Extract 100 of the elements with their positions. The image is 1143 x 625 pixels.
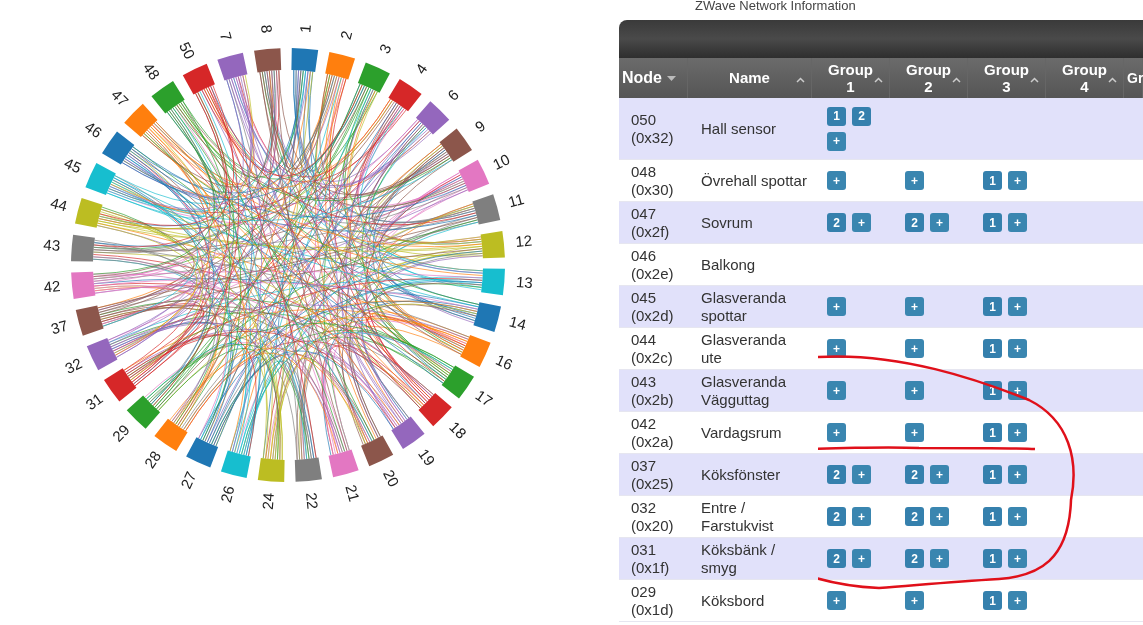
- add-button[interactable]: +: [852, 507, 871, 526]
- add-button[interactable]: +: [1008, 213, 1027, 232]
- node-label: 12: [514, 231, 533, 250]
- node-label: 46: [81, 117, 106, 142]
- node-label: 17: [472, 386, 496, 410]
- node-label: 24: [258, 492, 277, 511]
- add-button[interactable]: +: [852, 465, 871, 484]
- node-label: 8: [257, 24, 276, 34]
- node-label: 37: [48, 316, 70, 338]
- node-label: 29: [108, 421, 133, 445]
- node-name: Glasveranda ute: [701, 330, 788, 367]
- panel-title: ZWave Network Information: [695, 0, 856, 12]
- add-button[interactable]: +: [1008, 549, 1027, 568]
- node-label: 18: [446, 418, 470, 442]
- node-label: 45: [61, 154, 85, 177]
- add-button[interactable]: +: [827, 297, 846, 316]
- add-button[interactable]: +: [930, 465, 949, 484]
- node-label: 20: [380, 467, 403, 490]
- node-label: 14: [507, 312, 529, 334]
- group-member-badge[interactable]: 1: [983, 339, 1002, 358]
- node-name: Köksbord: [701, 591, 766, 610]
- add-button[interactable]: +: [905, 381, 924, 400]
- group-member-badge[interactable]: 1: [827, 106, 846, 126]
- node-label: 13: [515, 272, 534, 292]
- group-member-badge[interactable]: 2: [827, 465, 846, 484]
- add-button[interactable]: +: [905, 423, 924, 442]
- add-button[interactable]: +: [1008, 171, 1027, 190]
- node-name: Köksfönster: [701, 465, 782, 484]
- add-button[interactable]: +: [905, 591, 924, 610]
- node-label: 32: [62, 354, 85, 377]
- node-label: 50: [176, 39, 199, 62]
- group-member-badge[interactable]: 1: [983, 171, 1002, 190]
- node-id: 048 (0x30): [631, 162, 675, 199]
- node-id: 044 (0x2c): [631, 330, 674, 367]
- node-id: 042 (0x2a): [631, 414, 675, 451]
- node-label: 26: [216, 483, 238, 505]
- add-button[interactable]: +: [1008, 507, 1027, 526]
- node-label: 4: [411, 60, 431, 78]
- node-label: 1: [296, 23, 314, 34]
- node-name: Vardagsrum: [701, 423, 783, 442]
- node-name: Glasveranda spottar: [701, 288, 788, 325]
- add-button[interactable]: +: [905, 339, 924, 358]
- group-member-badge[interactable]: 2: [905, 465, 924, 484]
- add-button[interactable]: +: [852, 549, 871, 568]
- node-label: 19: [415, 445, 439, 469]
- node-label: 47: [108, 85, 132, 110]
- add-button[interactable]: +: [1008, 591, 1027, 610]
- group-member-badge[interactable]: 2: [852, 106, 871, 126]
- group-member-badge[interactable]: 1: [983, 549, 1002, 568]
- node-label: 27: [177, 468, 200, 492]
- node-label: 10: [490, 150, 513, 173]
- node-label: 11: [506, 189, 526, 211]
- add-button[interactable]: +: [930, 507, 949, 526]
- node-name: Balkong: [701, 255, 757, 274]
- add-button[interactable]: +: [905, 297, 924, 316]
- add-button[interactable]: +: [827, 591, 846, 610]
- node-label: 21: [342, 482, 364, 504]
- group-member-badge[interactable]: 2: [827, 507, 846, 526]
- add-button[interactable]: +: [827, 381, 846, 400]
- group-member-badge[interactable]: 1: [983, 507, 1002, 526]
- group-member-badge[interactable]: 1: [983, 465, 1002, 484]
- add-button[interactable]: +: [1008, 297, 1027, 316]
- add-button[interactable]: +: [1008, 339, 1027, 358]
- node-id: 029 (0x1d): [631, 582, 675, 619]
- node-label: 28: [140, 447, 165, 472]
- group-member-badge[interactable]: 1: [983, 297, 1002, 316]
- node-id: 043 (0x2b): [631, 372, 675, 409]
- group-member-badge[interactable]: 2: [827, 549, 846, 568]
- group-member-badge[interactable]: 2: [827, 213, 846, 232]
- group-member-badge[interactable]: 1: [983, 591, 1002, 610]
- node-id: 047 (0x2f): [631, 204, 671, 241]
- node-label: 2: [336, 29, 356, 42]
- group-member-badge[interactable]: 1: [983, 423, 1002, 442]
- add-button[interactable]: +: [1008, 423, 1027, 442]
- add-button[interactable]: +: [905, 171, 924, 190]
- add-button[interactable]: +: [930, 213, 949, 232]
- node-label: 6: [444, 85, 462, 104]
- node-id: 031 (0x1f): [631, 540, 671, 577]
- node-id: 037 (0x25): [631, 456, 675, 493]
- node-label: 44: [48, 193, 70, 215]
- node-label: 9: [471, 116, 489, 136]
- group-member-badge[interactable]: 2: [905, 507, 924, 526]
- add-button[interactable]: +: [852, 213, 871, 232]
- node-label: 16: [493, 350, 516, 374]
- group-member-badge[interactable]: 2: [905, 213, 924, 232]
- node-id: 032 (0x20): [631, 498, 675, 535]
- node-id: 046 (0x2e): [631, 246, 675, 283]
- add-button[interactable]: +: [827, 423, 846, 442]
- node-label: 22: [303, 491, 322, 510]
- add-button[interactable]: +: [827, 131, 846, 151]
- node-name: Hall sensor: [701, 119, 778, 138]
- add-button[interactable]: +: [1008, 465, 1027, 484]
- node-label: 42: [42, 276, 62, 296]
- node-id: 045 (0x2d): [631, 288, 675, 325]
- add-button[interactable]: +: [827, 171, 846, 190]
- node-name: Entre / Farstukvist: [701, 498, 775, 535]
- group-member-badge[interactable]: 1: [983, 213, 1002, 232]
- group-member-badge[interactable]: 2: [905, 549, 924, 568]
- node-name: Glasveranda Vägguttag: [701, 372, 788, 409]
- add-button[interactable]: +: [930, 549, 949, 568]
